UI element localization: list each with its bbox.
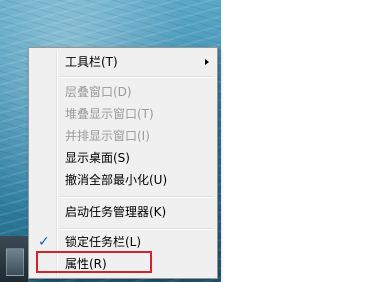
checkmark-icon: ✓ xyxy=(38,234,50,250)
menu-item-label: 堆叠显示窗口(T) xyxy=(65,107,154,121)
submenu-arrow-icon xyxy=(205,59,209,65)
menu-item-lock-taskbar[interactable]: ✓ 锁定任务栏(L) xyxy=(31,231,215,253)
menu-item-undo-minimize-all[interactable]: 撤消全部最小化(U) xyxy=(31,169,215,191)
menu-item-label: 锁定任务栏(L) xyxy=(65,235,142,249)
menu-separator xyxy=(60,76,214,78)
menu-item-label: 显示桌面(S) xyxy=(65,151,130,165)
menu-item-toolbars[interactable]: 工具栏(T) xyxy=(31,51,215,73)
menu-item-label: 工具栏(T) xyxy=(65,55,118,69)
taskbar-context-menu: 工具栏(T) 层叠窗口(D) 堆叠显示窗口(T) 并排显示窗口(I) 显示桌面(… xyxy=(28,47,218,279)
menu-item-label: 并排显示窗口(I) xyxy=(65,129,150,143)
menu-item-label: 层叠窗口(D) xyxy=(65,85,132,99)
menu-item-cascade-windows[interactable]: 层叠窗口(D) xyxy=(31,81,215,103)
taskbar[interactable] xyxy=(0,236,28,282)
menu-separator xyxy=(60,228,214,230)
menu-item-stack-windows[interactable]: 堆叠显示窗口(T) xyxy=(31,103,215,125)
menu-item-task-manager[interactable]: 启动任务管理器(K) xyxy=(31,201,215,223)
menu-item-label: 启动任务管理器(K) xyxy=(65,205,167,219)
menu-item-side-by-side-windows[interactable]: 并排显示窗口(I) xyxy=(31,125,215,147)
taskbar-window-thumbnail[interactable] xyxy=(6,248,24,276)
menu-separator xyxy=(60,196,214,198)
properties-highlight-box xyxy=(36,251,152,273)
menu-item-show-desktop[interactable]: 显示桌面(S) xyxy=(31,147,215,169)
menu-item-label: 撤消全部最小化(U) xyxy=(65,173,168,187)
